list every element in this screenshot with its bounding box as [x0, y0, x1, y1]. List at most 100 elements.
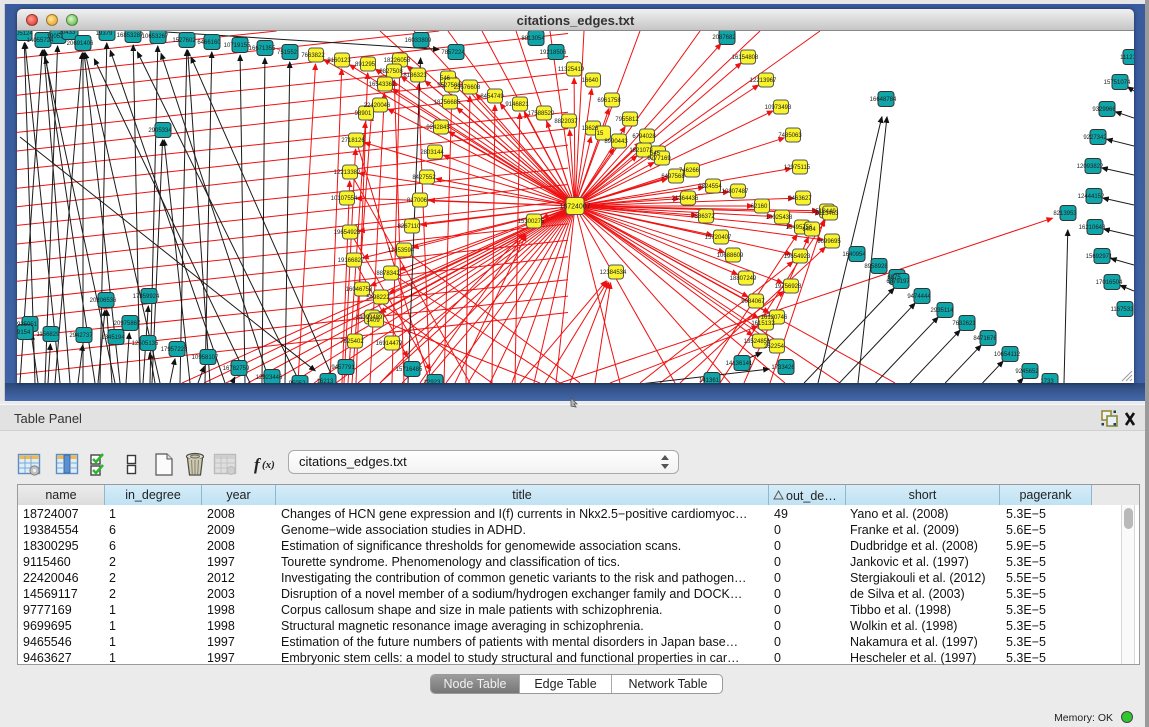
svg-text:2942737: 2942737: [69, 333, 93, 339]
svg-text:10807487: 10807487: [722, 189, 749, 195]
svg-text:5498222: 5498222: [366, 295, 390, 301]
svg-text:9329966: 9329966: [1092, 107, 1116, 113]
svg-text:16648784: 16648784: [870, 97, 897, 103]
svg-text:16853287: 16853287: [117, 33, 144, 39]
svg-text:21364436: 21364436: [672, 196, 699, 202]
svg-text:9242845: 9242845: [426, 125, 450, 131]
svg-text:7386372: 7386372: [691, 214, 715, 220]
svg-text:9245652: 9245652: [1015, 369, 1039, 375]
svg-text:6404: 6404: [802, 227, 816, 233]
svg-text:6794028: 6794028: [632, 134, 656, 140]
svg-text:9463627: 9463627: [788, 196, 812, 202]
svg-text:12093822: 12093822: [1077, 164, 1104, 170]
svg-text:19756928: 19756928: [775, 284, 802, 290]
svg-text:16671355: 16671355: [249, 46, 276, 52]
svg-text:8990443: 8990443: [604, 139, 628, 145]
svg-text:1905124: 1905124: [17, 31, 33, 37]
svg-text:16782759: 16782759: [223, 366, 250, 372]
svg-text:f: f: [254, 455, 262, 474]
svg-text:16543362: 16543362: [369, 82, 396, 88]
svg-text:1167533: 1167533: [1111, 307, 1134, 313]
svg-text:8822037: 8822037: [554, 119, 578, 125]
svg-text:15751074: 15751074: [1104, 80, 1131, 86]
svg-text:11353594: 11353594: [388, 248, 415, 254]
svg-text:15716485: 15716485: [396, 367, 423, 373]
svg-text:1527602: 1527602: [172, 38, 196, 44]
svg-text:9084067: 9084067: [741, 299, 765, 305]
svg-text:17588520: 17588520: [528, 111, 555, 117]
svg-text:11325419: 11325419: [558, 67, 585, 73]
svg-text:18807249: 18807249: [730, 276, 757, 282]
svg-text:10025438: 10025438: [766, 215, 793, 221]
svg-text:12213967: 12213967: [750, 78, 777, 84]
svg-text:16640: 16640: [582, 78, 599, 84]
svg-text:8471676: 8471676: [973, 336, 997, 342]
svg-text:19654923: 19654923: [334, 230, 361, 236]
svg-text:20433: 20433: [59, 31, 76, 36]
svg-text:7857224: 7857224: [441, 50, 465, 56]
svg-text:22420046: 22420046: [364, 103, 391, 109]
svg-text:10958107: 10958107: [192, 355, 219, 361]
svg-text:1640954: 1640954: [842, 252, 866, 258]
svg-text:8213953: 8213953: [1053, 211, 1077, 217]
svg-text:9474444: 9474444: [907, 294, 931, 300]
svg-text:8427552: 8427552: [412, 175, 436, 181]
svg-text:935051: 935051: [17, 322, 38, 328]
svg-text:10719155: 10719155: [224, 43, 251, 49]
svg-text:16914479: 16914479: [376, 341, 403, 347]
svg-text:252254: 252254: [764, 344, 785, 350]
svg-text:23676608: 23676608: [454, 85, 481, 91]
svg-text:17359924: 17359924: [133, 294, 160, 300]
svg-text:95052: 95052: [289, 381, 306, 383]
svg-text:9827508: 9827508: [379, 69, 403, 75]
svg-text:20691406: 20691406: [67, 41, 94, 47]
svg-text:19379: 19379: [96, 31, 113, 37]
svg-text:2905334: 2905334: [148, 128, 172, 134]
svg-text:15300275: 15300275: [518, 219, 545, 225]
svg-text:12444152: 12444152: [1078, 194, 1105, 200]
svg-text:751552: 751552: [277, 50, 298, 56]
svg-text:2087682: 2087682: [712, 35, 736, 41]
svg-text:10653267: 10653267: [142, 34, 169, 40]
svg-text:8958928: 8958928: [864, 264, 888, 270]
svg-text:16154808: 16154808: [732, 55, 759, 61]
svg-text:39154: 39154: [17, 330, 31, 336]
svg-text:9777169: 9777169: [647, 156, 671, 162]
svg-text:1615132: 1615132: [751, 321, 775, 327]
svg-text:62160: 62160: [751, 204, 768, 210]
svg-text:9699695: 9699695: [817, 239, 841, 245]
svg-text:10973493: 10973493: [765, 105, 792, 111]
svg-text:14136141: 14136141: [726, 361, 753, 367]
svg-text:546: 546: [440, 76, 451, 82]
svg-text:12505135: 12505135: [132, 341, 159, 347]
svg-text:12213382: 12213382: [334, 170, 361, 176]
svg-text:9457791: 9457791: [331, 365, 355, 371]
svg-text:2718126: 2718126: [341, 138, 365, 144]
svg-text:98901: 98901: [355, 111, 372, 117]
svg-text:19166827: 19166827: [338, 258, 365, 264]
svg-text:8186323: 8186323: [403, 73, 427, 79]
svg-text:6879197: 6879197: [886, 279, 910, 285]
svg-text:7955812: 7955812: [615, 117, 639, 123]
svg-text:8267110: 8267110: [398, 224, 422, 230]
svg-text:18756685: 18756685: [434, 100, 461, 106]
svg-text:1733426: 1733426: [771, 365, 795, 371]
svg-text:141361: 141361: [699, 378, 720, 383]
svg-text:12975115: 12975115: [784, 165, 811, 171]
svg-text:10107554: 10107554: [331, 196, 358, 202]
svg-text:(x): (x): [262, 459, 275, 471]
svg-text:19218506: 19218506: [540, 50, 567, 56]
svg-text:7485063: 7485063: [778, 133, 802, 139]
svg-text:11121: 11121: [1120, 55, 1134, 61]
svg-text:9146821: 9146821: [505, 102, 529, 108]
svg-text:1733: 1733: [1040, 379, 1054, 383]
svg-text:10654112: 10654112: [994, 352, 1021, 358]
svg-text:9227342: 9227342: [1083, 135, 1107, 141]
svg-text:2803144: 2803144: [420, 150, 444, 156]
svg-text:6466160: 6466160: [197, 40, 221, 46]
svg-text:18724007: 18724007: [559, 204, 590, 211]
svg-text:12384534: 12384534: [600, 270, 627, 276]
svg-text:8160123: 8160123: [327, 58, 351, 64]
svg-text:7632621: 7632621: [952, 321, 976, 327]
svg-text:12923446: 12923446: [256, 375, 283, 381]
